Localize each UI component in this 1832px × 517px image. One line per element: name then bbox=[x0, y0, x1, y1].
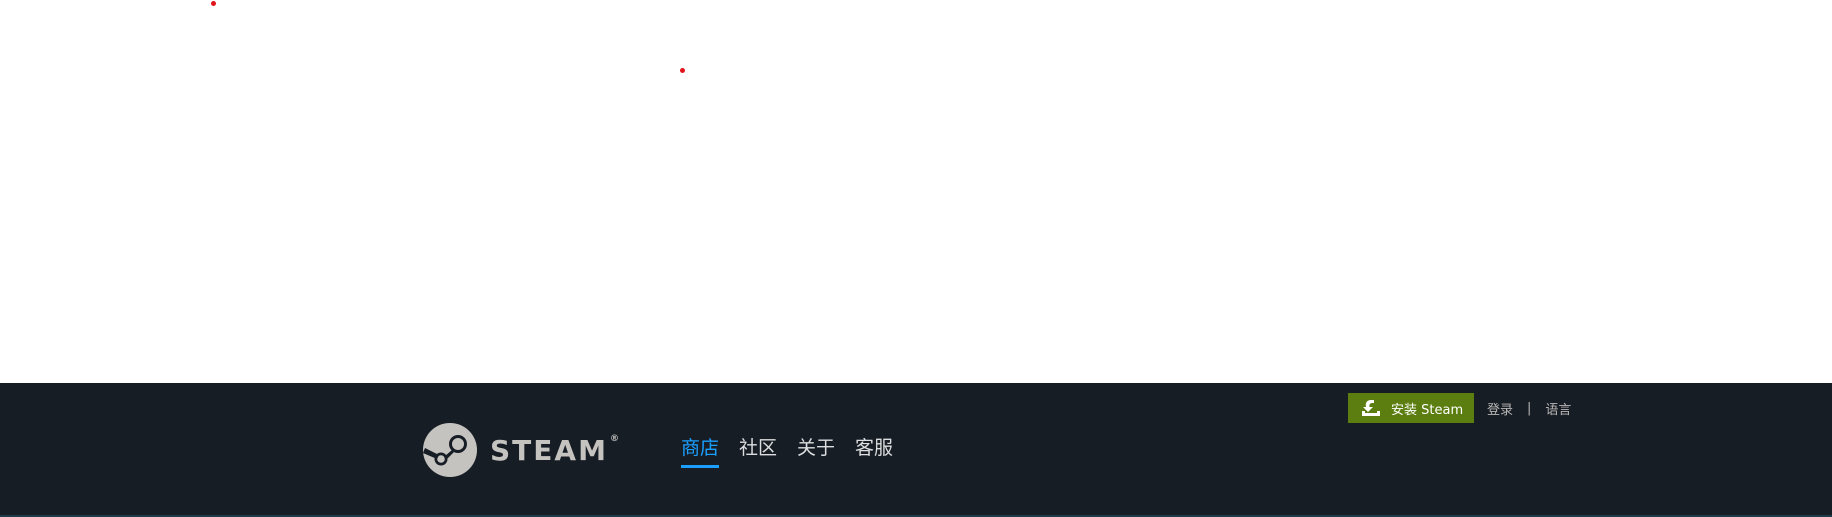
language-link[interactable]: 语言 bbox=[1545, 399, 1571, 418]
login-link[interactable]: 登录 bbox=[1487, 399, 1513, 418]
red-marker-dot bbox=[680, 68, 685, 73]
steam-logo-icon bbox=[423, 423, 477, 477]
steam-wordmark: STEAM ® bbox=[490, 433, 621, 467]
global-header: STEAM ® 商店 社区 关于 客服 安装 Steam 登录 | 语言 bbox=[0, 383, 1832, 517]
install-steam-label: 安装 Steam bbox=[1391, 402, 1464, 418]
red-marker-dot bbox=[211, 1, 216, 6]
global-actions: 登录 | 语言 bbox=[1487, 399, 1571, 418]
registered-mark: ® bbox=[609, 433, 621, 444]
page: STEAM ® 商店 社区 关于 客服 安装 Steam 登录 | 语言 bbox=[0, 0, 1832, 517]
nav-support[interactable]: 客服 bbox=[855, 437, 893, 468]
steam-logo-link[interactable]: STEAM ® bbox=[422, 421, 621, 479]
actions-separator: | bbox=[1527, 401, 1532, 416]
nav-store[interactable]: 商店 bbox=[681, 437, 720, 468]
download-icon bbox=[1362, 400, 1380, 416]
nav-community[interactable]: 社区 bbox=[739, 437, 777, 468]
main-nav: 商店 社区 关于 客服 bbox=[681, 437, 913, 468]
nav-about[interactable]: 关于 bbox=[797, 437, 835, 468]
install-steam-button[interactable]: 安装 Steam bbox=[1348, 393, 1474, 423]
